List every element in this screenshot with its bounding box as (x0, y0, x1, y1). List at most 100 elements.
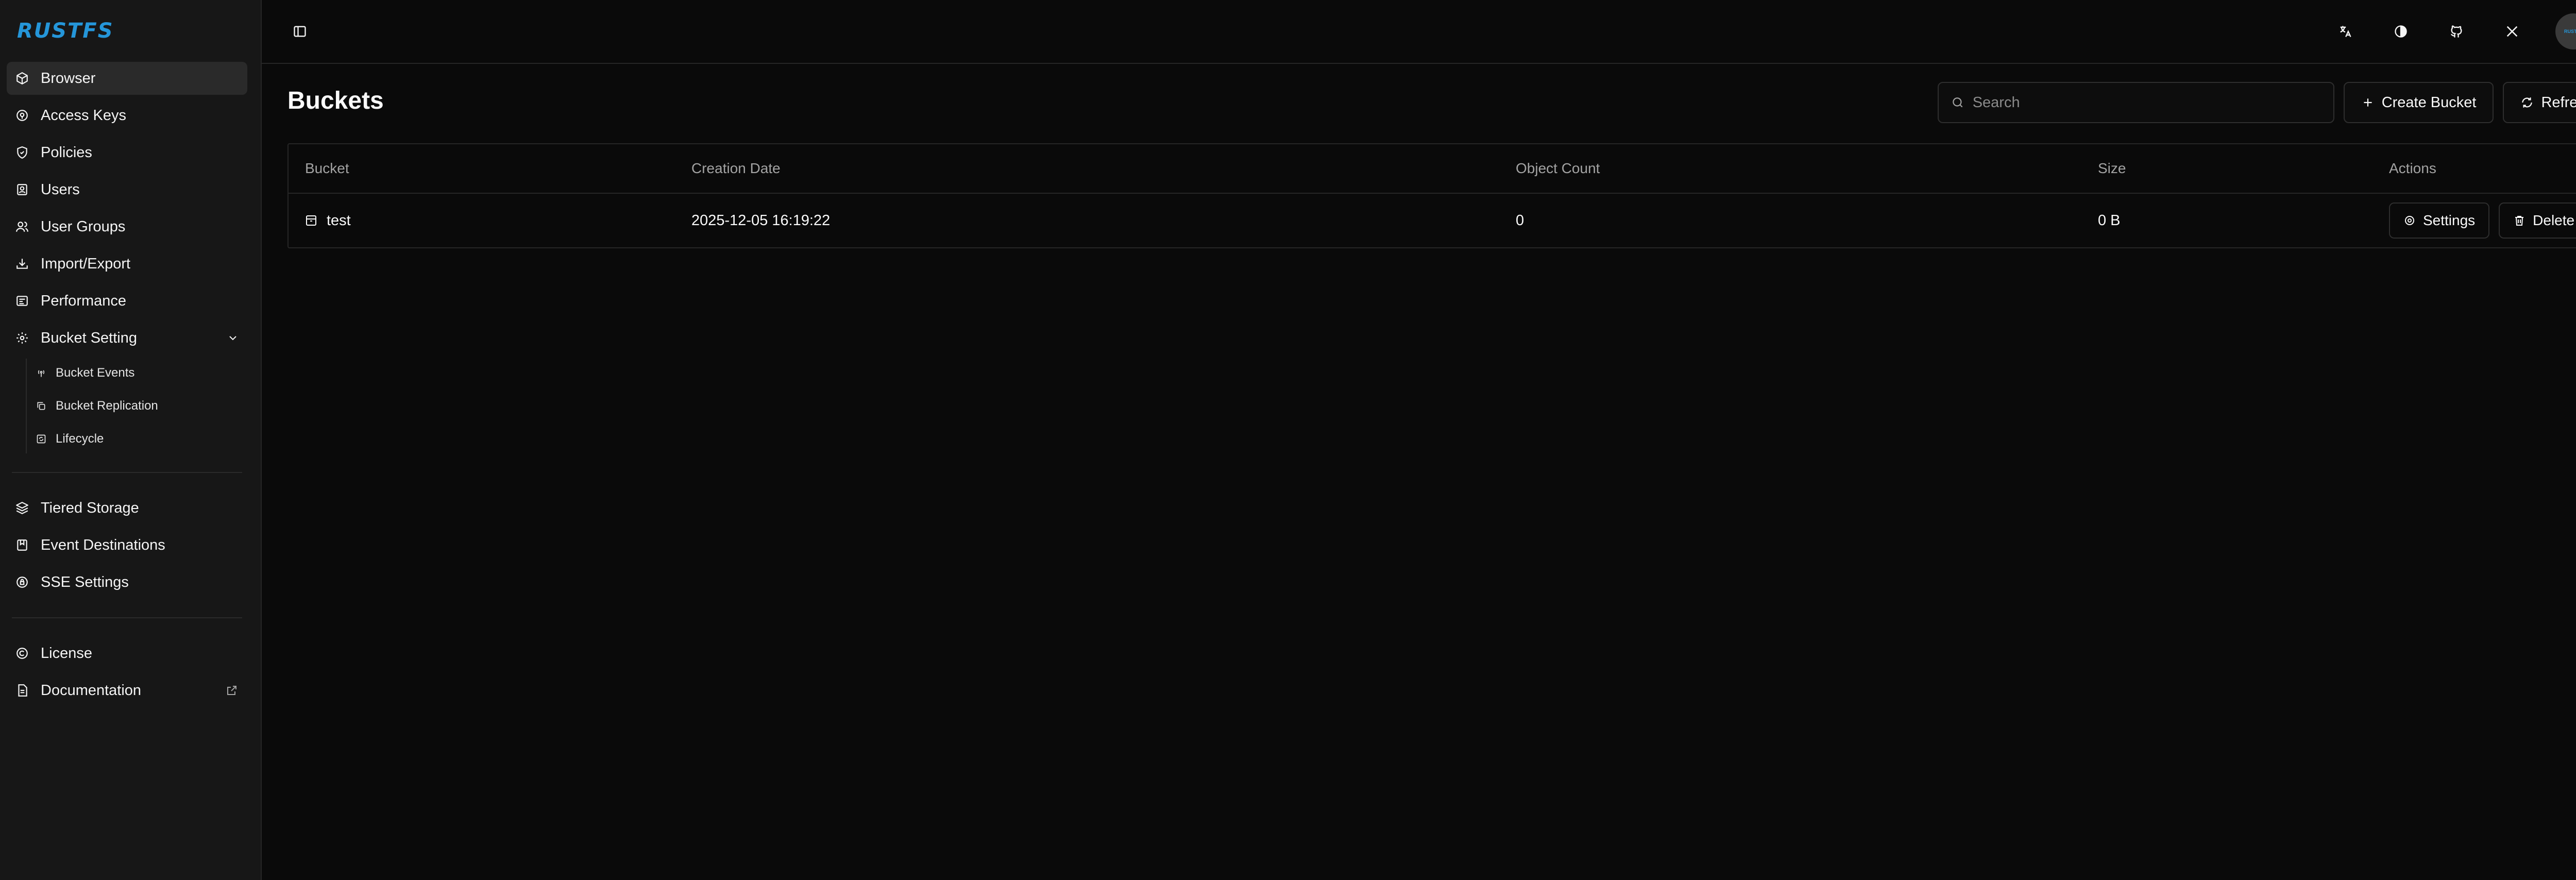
sidebar-subitem-bucket-events[interactable]: Bucket Events (36, 359, 247, 387)
main-content: RUSTFS Buckets Create Bucket Refresh (262, 0, 2576, 880)
sidebar-item-label: Browser (41, 70, 96, 87)
download-tray-icon (15, 257, 29, 271)
sidebar-divider (12, 617, 242, 618)
sidebar-item-access-keys[interactable]: Access Keys (7, 99, 247, 132)
sidebar-subitem-label: Lifecycle (56, 432, 104, 446)
column-header-size[interactable]: Size (2081, 160, 2372, 177)
refresh-square-icon (36, 433, 47, 445)
x-logo-icon (2506, 26, 2518, 37)
delete-label: Delete (2533, 212, 2575, 228)
sidebar-subitem-label: Bucket Replication (56, 399, 158, 413)
theme-toggle-button[interactable] (2388, 19, 2413, 44)
bucket-setting-submenu: Bucket Events Bucket Replication Lifecyc… (26, 359, 247, 453)
table-row[interactable]: test 2025-12-05 16:19:22 0 0 B Settings … (289, 194, 2576, 247)
table-header-row: Bucket Creation Date Object Count Size A… (289, 144, 2576, 194)
page-header: Buckets Create Bucket Refresh (262, 64, 2576, 125)
copy-icon (36, 400, 47, 412)
logo[interactable]: RUSTFS (7, 0, 247, 62)
key-circle-icon (15, 108, 29, 123)
sidebar-item-bucket-setting[interactable]: Bucket Setting (7, 321, 247, 354)
github-icon (2451, 25, 2462, 38)
sidebar-item-user-groups[interactable]: User Groups (7, 210, 247, 243)
shield-check-icon (15, 145, 29, 160)
bucket-name: test (327, 212, 351, 229)
radio-tower-icon (36, 367, 47, 379)
sidebar-item-event-destinations[interactable]: Event Destinations (7, 529, 247, 562)
search-icon (1952, 97, 1963, 108)
search-input[interactable] (1972, 94, 2323, 111)
theme-icon (2395, 25, 2407, 38)
shield-lock-icon (15, 575, 29, 589)
sidebar-item-label: SSE Settings (41, 573, 129, 590)
size-cell: 0 B (2098, 212, 2121, 229)
buckets-table: Bucket Creation Date Object Count Size A… (287, 143, 2576, 248)
sidebar-item-license[interactable]: License (7, 637, 247, 670)
sidebar-item-label: User Groups (41, 218, 126, 235)
sidebar-item-label: Event Destinations (41, 536, 165, 553)
chevron-down-icon[interactable] (227, 332, 239, 344)
sidebar-item-label: Bucket Setting (41, 329, 137, 346)
bucket-settings-button[interactable]: Settings (2389, 202, 2490, 239)
logo-text: RUSTFS (17, 19, 114, 43)
sidebar: RUSTFS Browser Access Keys Policies User (0, 0, 262, 880)
box-icon (15, 71, 29, 86)
sidebar-subitem-lifecycle[interactable]: Lifecycle (36, 425, 247, 453)
actions-cell: Settings Delete (2372, 202, 2576, 239)
x-social-button[interactable] (2500, 19, 2524, 44)
avatar[interactable]: RUSTFS (2555, 13, 2576, 49)
sidebar-subitem-bucket-replication[interactable]: Bucket Replication (36, 392, 247, 420)
settings-gear-icon (15, 331, 29, 345)
column-header-object-count[interactable]: Object Count (1499, 160, 2081, 177)
sidebar-toggle-button[interactable] (287, 19, 312, 44)
sidebar-item-label: Tiered Storage (41, 499, 139, 516)
sidebar-item-label: License (41, 645, 92, 662)
bucket-delete-button[interactable]: Delete (2499, 202, 2576, 239)
sidebar-item-label: Policies (41, 144, 92, 161)
sidebar-item-label: Access Keys (41, 107, 126, 124)
document-icon (15, 683, 29, 698)
sidebar-item-users[interactable]: Users (7, 173, 247, 206)
create-bucket-label: Create Bucket (2381, 94, 2477, 111)
creation-date-cell: 2025-12-05 16:19:22 (691, 212, 831, 229)
search-box[interactable] (1937, 82, 2334, 123)
trash-icon (2515, 216, 2524, 226)
topbar: RUSTFS (262, 0, 2576, 64)
object-count-cell: 0 (1516, 212, 1524, 229)
translate-icon (2340, 26, 2351, 37)
sidebar-item-import-export[interactable]: Import/Export (7, 247, 247, 280)
github-button[interactable] (2444, 19, 2469, 44)
refresh-icon (2522, 97, 2533, 108)
sidebar-item-policies[interactable]: Policies (7, 136, 247, 169)
refresh-label: Refresh (2541, 94, 2576, 111)
external-link-icon (227, 686, 236, 695)
refresh-button[interactable]: Refresh (2503, 82, 2576, 123)
sidebar-item-label: Users (41, 181, 80, 198)
app-root: RUSTFS Browser Access Keys Policies User (0, 0, 2576, 880)
column-header-bucket[interactable]: Bucket (289, 160, 675, 177)
sidebar-item-documentation[interactable]: Documentation (7, 674, 247, 707)
sidebar-divider (12, 472, 242, 473)
column-header-actions: Actions (2389, 160, 2436, 176)
column-header-creation-date[interactable]: Creation Date (675, 160, 1499, 177)
users-icon (15, 219, 29, 234)
copyright-icon (15, 646, 29, 661)
bookmark-icon (15, 538, 29, 552)
sidebar-item-performance[interactable]: Performance (7, 284, 247, 317)
page-actions: Create Bucket Refresh (1937, 82, 2576, 123)
create-bucket-button[interactable]: Create Bucket (2343, 82, 2494, 123)
sidebar-item-tiered-storage[interactable]: Tiered Storage (7, 492, 247, 524)
sidebar-item-label: Performance (41, 292, 127, 309)
settings-label: Settings (2423, 212, 2476, 228)
avatar-text: RUSTFS (2564, 29, 2576, 34)
gauge-icon (15, 294, 29, 308)
language-button[interactable] (2333, 19, 2358, 44)
sidebar-item-label: Documentation (41, 682, 142, 699)
sidebar-item-sse-settings[interactable]: SSE Settings (7, 566, 247, 599)
page-title: Buckets (287, 87, 384, 114)
topbar-actions: RUSTFS (2302, 13, 2576, 49)
sidebar-item-browser[interactable]: Browser (7, 62, 247, 95)
bucket-name-cell[interactable]: test (289, 212, 675, 229)
archive-icon (306, 215, 316, 226)
panel-left-icon (294, 26, 306, 37)
settings-icon (2405, 216, 2414, 225)
